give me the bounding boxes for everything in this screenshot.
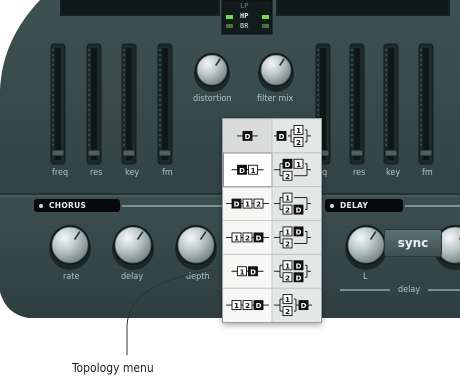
svg-text:2: 2 [285, 308, 290, 316]
svg-text:D: D [301, 302, 307, 310]
topology-block-2: 2 [293, 136, 304, 147]
svg-text:D: D [279, 133, 285, 141]
callout-label: Topology menu [72, 361, 154, 375]
topology-block-D: D [242, 130, 253, 141]
svg-text:D: D [256, 234, 262, 242]
label-distortion: distortion [193, 94, 232, 104]
svg-text:1: 1 [240, 268, 245, 276]
rate-knob[interactable] [49, 225, 91, 270]
svg-text:D: D [234, 201, 240, 209]
topology-option-serial-4[interactable]: 12D [226, 232, 269, 243]
svg-text:1: 1 [285, 228, 290, 236]
svg-text:1: 1 [296, 127, 301, 135]
depth-knob[interactable] [175, 225, 217, 270]
svg-text:D: D [245, 133, 251, 141]
svg-text:2: 2 [285, 207, 290, 215]
topology-block-2: 2 [282, 204, 293, 215]
svg-text:2: 2 [296, 139, 301, 147]
delay-l-knob[interactable] [345, 225, 387, 270]
label-rate: rate [63, 272, 80, 282]
label-filter-mix: filter mix [257, 94, 294, 104]
led-icon [330, 203, 334, 208]
led-icon [39, 203, 43, 208]
label-delay-l: L [363, 272, 368, 282]
topology-block-2: 2 [282, 170, 293, 181]
svg-text:1: 1 [285, 195, 290, 203]
topology-block-2: 2 [282, 272, 293, 282]
delay-section-label: DELAY [325, 199, 403, 212]
topology-block-1: 1 [231, 232, 242, 242]
topology-block-D: D [282, 158, 293, 169]
topology-block-D: D [253, 300, 264, 310]
svg-text:2: 2 [285, 240, 290, 248]
svg-text:D: D [250, 268, 256, 276]
topology-block-D: D [293, 226, 304, 236]
label-delay-group: delay [398, 285, 421, 295]
svg-text:1: 1 [285, 262, 290, 270]
topology-block-D: D [237, 164, 247, 175]
svg-text:1: 1 [234, 302, 239, 310]
topology-block-2: 2 [253, 198, 264, 209]
svg-text:2: 2 [245, 234, 250, 242]
topology-block-1: 1 [242, 198, 253, 209]
svg-text:D: D [296, 274, 302, 282]
topology-block-1: 1 [293, 124, 304, 135]
svg-text:1: 1 [234, 234, 239, 242]
delay-knob[interactable] [112, 225, 154, 270]
sync-button[interactable]: sync [384, 229, 442, 257]
topology-block-D: D [298, 300, 309, 310]
svg-text:D: D [256, 302, 262, 310]
chorus-title: CHORUS [49, 201, 87, 210]
filter-mix-knob[interactable] [258, 53, 294, 92]
topology-option-serial-3[interactable]: D12 [226, 198, 269, 209]
topology-block-D: D [231, 198, 242, 209]
topology-block-D: D [253, 232, 264, 242]
topology-block-2: 2 [242, 300, 253, 310]
svg-text:2: 2 [245, 302, 250, 310]
svg-text:2: 2 [285, 274, 290, 282]
topology-block-1: 1 [237, 266, 247, 276]
topology-block-D: D [293, 272, 304, 282]
topology-block-1: 1 [282, 192, 293, 203]
topology-block-2: 2 [282, 238, 293, 248]
svg-text:1: 1 [251, 167, 256, 175]
topology-block-1: 1 [282, 226, 293, 236]
topology-block-D: D [276, 130, 287, 141]
svg-text:1: 1 [285, 296, 290, 304]
svg-text:2: 2 [256, 201, 261, 209]
topology-block-1: 1 [248, 164, 258, 175]
topology-option-serial-6[interactable]: 12D [226, 300, 269, 311]
topology-block-1: 1 [282, 294, 293, 304]
chorus-section-label: CHORUS [34, 199, 120, 212]
topology-block-2: 2 [282, 306, 293, 316]
svg-text:D: D [239, 167, 245, 175]
topology-block-D: D [248, 266, 258, 276]
topology-block-D: D [293, 204, 304, 215]
distortion-knob[interactable] [194, 53, 230, 92]
topology-block-D: D [293, 260, 304, 270]
svg-text:D: D [296, 207, 302, 215]
svg-text:2: 2 [285, 173, 290, 181]
label-depth: depth [186, 272, 210, 282]
topology-block-1: 1 [282, 260, 293, 270]
svg-text:1: 1 [245, 201, 250, 209]
topology-option-serial-5[interactable]: 1D [231, 266, 264, 277]
label-delay: delay [121, 272, 144, 282]
topology-block-1: 1 [231, 300, 242, 310]
topology-menu[interactable]: DD1D1212D1D12DD12D1212D1D21D2D12D [222, 118, 322, 323]
svg-text:1: 1 [296, 161, 301, 169]
svg-text:D: D [296, 262, 302, 270]
topology-block-1: 1 [293, 158, 304, 169]
delay-title: DELAY [340, 201, 369, 210]
topology-block-2: 2 [242, 232, 253, 242]
svg-text:D: D [296, 228, 302, 236]
svg-text:D: D [285, 161, 291, 169]
